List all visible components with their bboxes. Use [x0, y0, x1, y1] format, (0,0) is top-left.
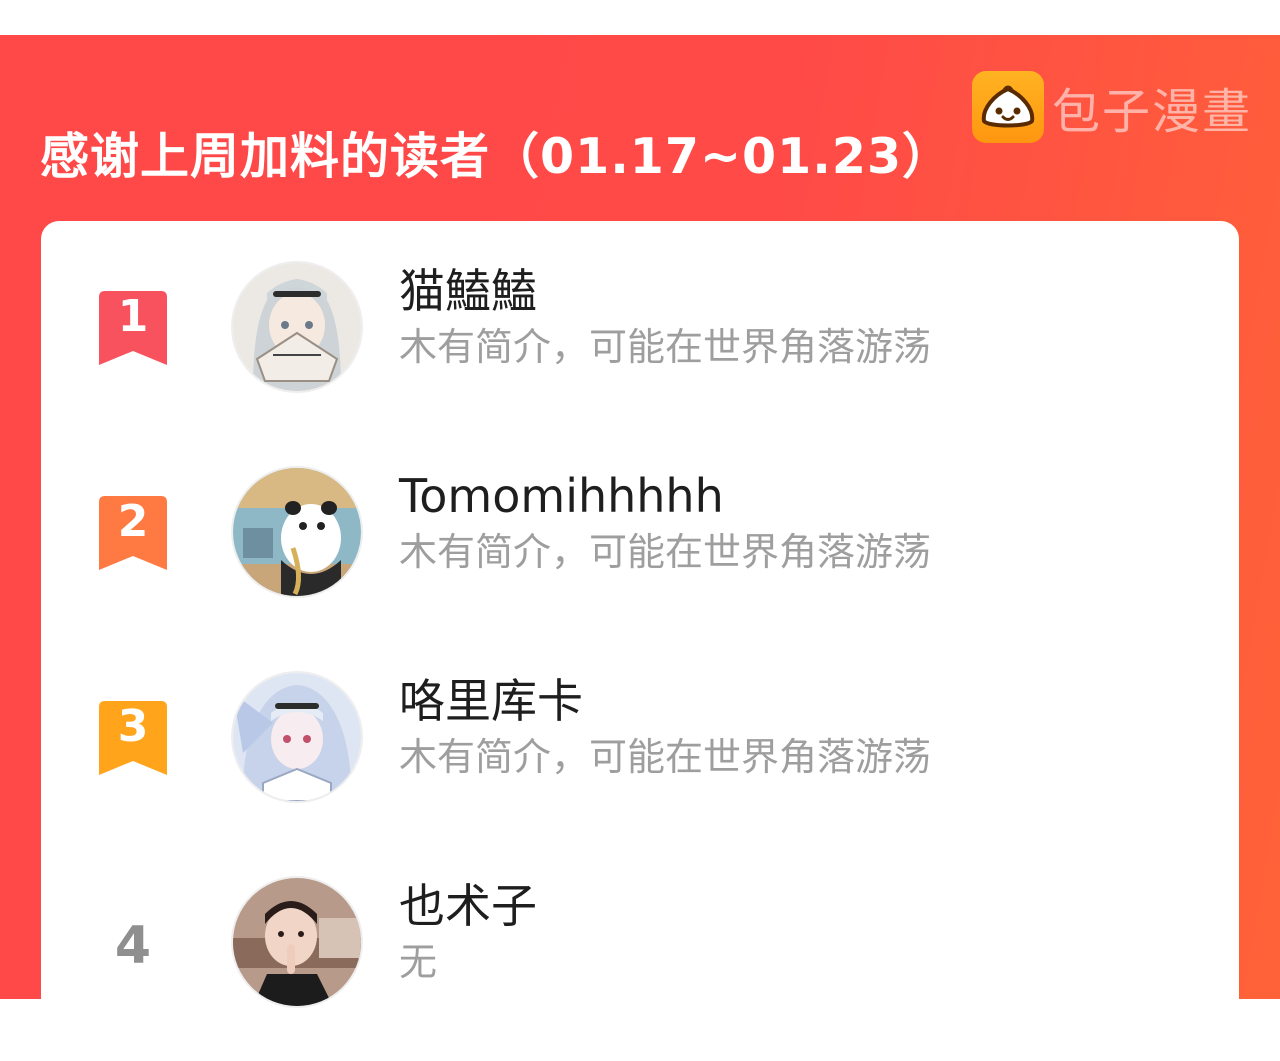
avatar[interactable] [231, 261, 363, 393]
reader-bio: 木有简介，可能在世界角落游荡 [399, 735, 932, 779]
top-strip [0, 0, 1280, 35]
reader-name: 猫鰪鰪 [399, 264, 537, 318]
rank-number: 4 [114, 916, 152, 976]
reader-name: 咯里库卡 [399, 674, 583, 728]
reader-row[interactable]: 4 也术子 无 [41, 876, 1239, 1016]
reader-row[interactable]: 2 Tomomihhhhh 木有简介，可能在世界角落游荡 [41, 466, 1239, 606]
avatar[interactable] [231, 466, 363, 598]
bun-icon [972, 71, 1044, 143]
reader-name: 也术子 [399, 879, 537, 933]
reader-list-card: 1 猫鰪鰪 木有简介，可能在世界角落游荡 2 Tomomihhhhh 木有简介，… [41, 221, 1239, 1061]
reader-bio: 无 [399, 940, 438, 984]
rank-number: 2 [117, 496, 149, 547]
rank-badge: 3 [99, 701, 167, 775]
reader-bio: 木有简介，可能在世界角落游荡 [399, 325, 932, 369]
rank-badge: 1 [99, 291, 167, 365]
rank-number: 1 [117, 291, 149, 342]
reader-name: Tomomihhhhh [399, 469, 724, 523]
page-title: 感谢上周加料的读者（01.17~01.23） [40, 128, 953, 185]
reader-row[interactable]: 1 猫鰪鰪 木有简介，可能在世界角落游荡 [41, 261, 1239, 401]
avatar[interactable] [231, 671, 363, 803]
avatar[interactable] [231, 876, 363, 1008]
banner: 感谢上周加料的读者（01.17~01.23） 包子漫畫 1 猫鰪鰪 木有简介，可… [0, 35, 1280, 1061]
brand-logo[interactable]: 包子漫畫 [972, 71, 1252, 143]
brand-name: 包子漫畫 [1052, 84, 1253, 140]
reader-row[interactable]: 3 咯里库卡 木有简介，可能在世界角落游荡 [41, 671, 1239, 811]
rank-badge: 2 [99, 496, 167, 570]
rank-number: 3 [117, 701, 149, 752]
reader-bio: 木有简介，可能在世界角落游荡 [399, 530, 932, 574]
